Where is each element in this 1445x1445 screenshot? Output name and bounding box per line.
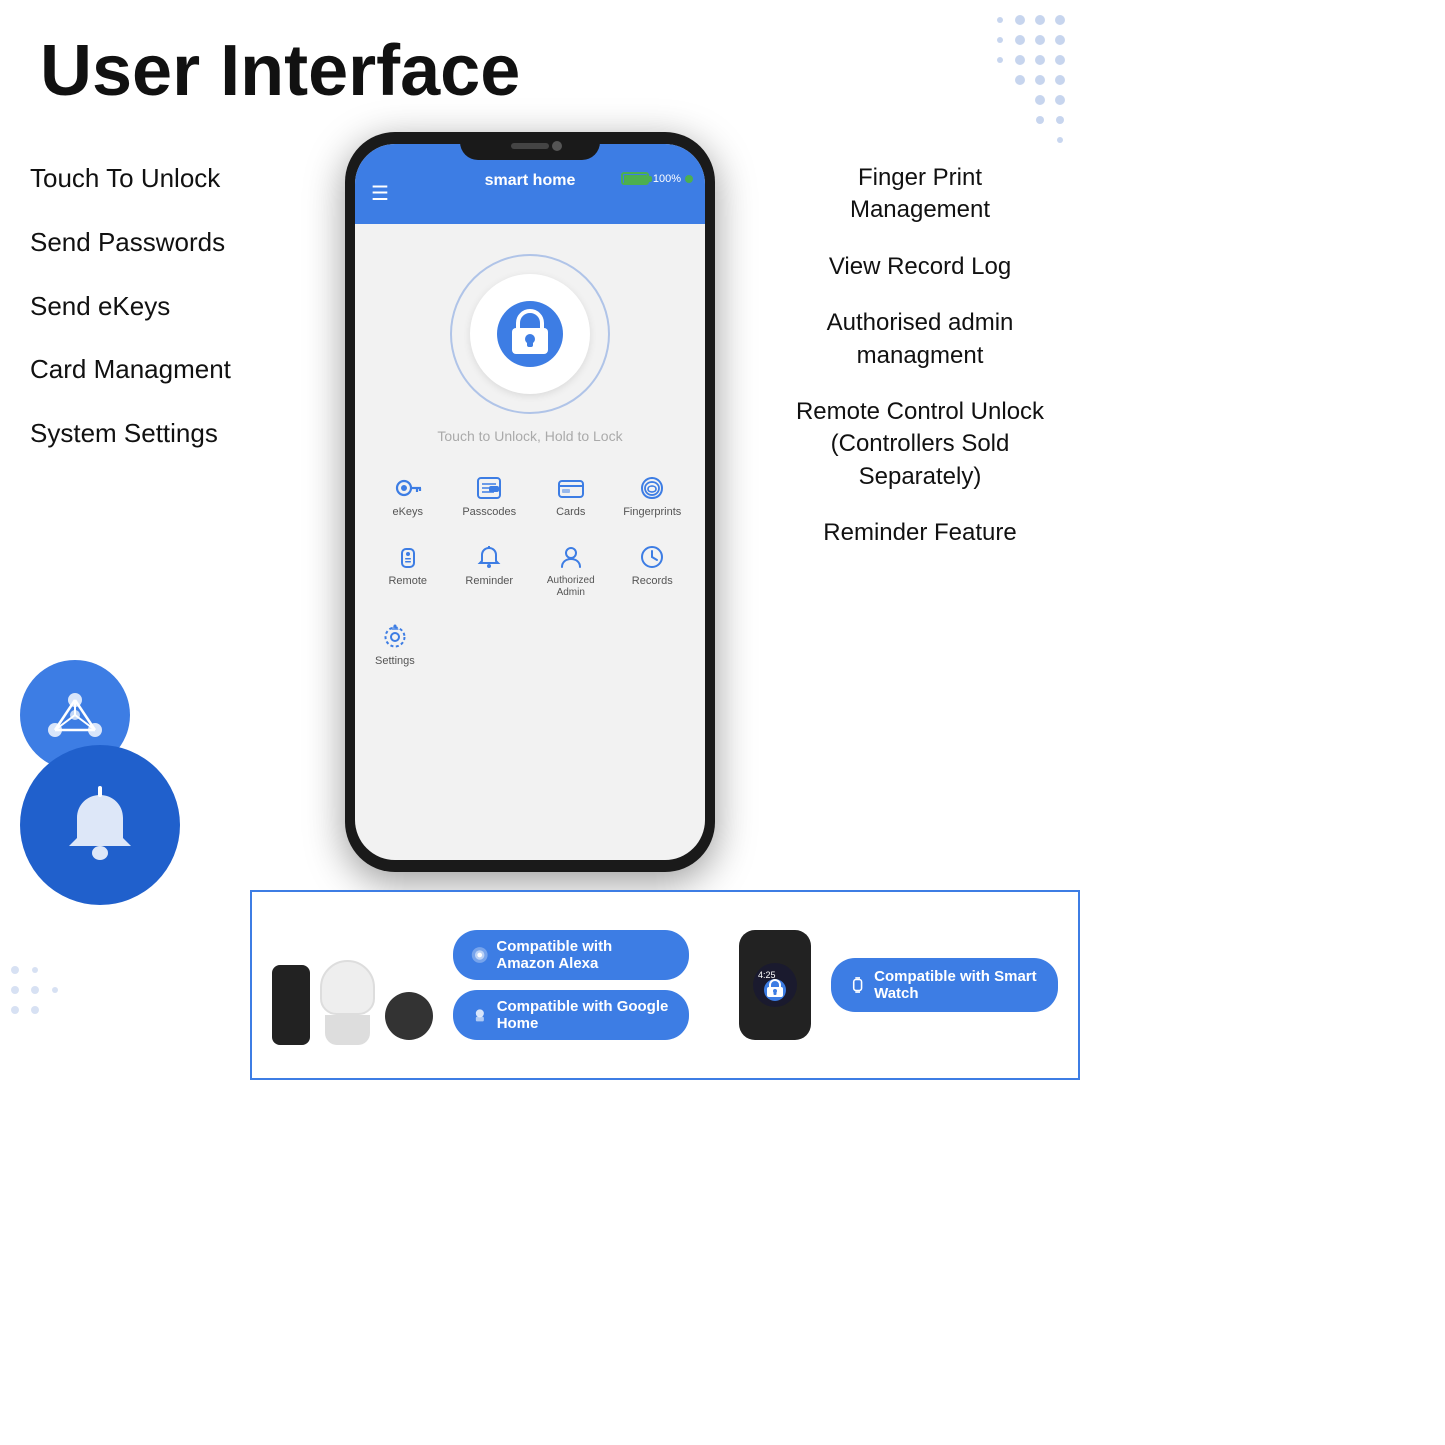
watch-badge-text: Compatible with Smart Watch [874, 968, 1040, 1002]
watch-icon [849, 974, 866, 996]
battery-indicator: 100% [621, 172, 693, 185]
lock-circle-outer [450, 254, 610, 414]
remote-label: Remote [388, 575, 427, 588]
battery-fill [624, 175, 647, 184]
svg-text:4:25: 4:25 [758, 970, 776, 980]
records-label: Records [632, 575, 673, 588]
bell-icon [55, 780, 145, 870]
google-home-base [325, 1015, 370, 1045]
compatibility-section: Compatible with Amazon Alexa Compatible … [250, 890, 1080, 1080]
feature-system-settings: System Settings [30, 417, 218, 451]
cards-label: Cards [556, 506, 585, 519]
feature-record-log: View Record Log [790, 251, 1050, 283]
phone-app-title: smart home [485, 172, 576, 189]
watch-badge: Compatible with Smart Watch [831, 958, 1058, 1012]
battery-text: 100% [653, 173, 681, 185]
fingerprints-label: Fingerprints [623, 506, 681, 519]
network-icon [40, 680, 110, 750]
feature-auth-admin: Authorised admin managment [790, 307, 1050, 372]
battery-icon [621, 172, 649, 185]
amazon-echo-image [272, 965, 310, 1045]
compatibility-badges: Compatible with Amazon Alexa Compatible … [453, 930, 689, 1040]
authorized-admin-icon [557, 543, 585, 571]
google-badge-text: Compatible with Google Home [497, 998, 672, 1032]
phone-mockup: ☰ smart home 100% [345, 132, 715, 872]
smart-devices-images [272, 925, 433, 1045]
fingerprints-button[interactable]: Fingerprints [616, 466, 690, 527]
settings-row: Settings [365, 615, 695, 676]
feature-fingerprint: Finger Print Management [790, 162, 1050, 227]
cards-button[interactable]: Cards [534, 466, 608, 527]
lock-icon [495, 299, 565, 369]
alexa-badge: Compatible with Amazon Alexa [453, 930, 689, 980]
lock-circle-inner [470, 274, 590, 394]
google-badge: Compatible with Google Home [453, 990, 689, 1040]
right-features-column: Finger Print Management View Record Log … [790, 122, 1050, 550]
phone-notch [460, 132, 600, 160]
left-features-column: Touch To Unlock Send Passwords Send eKey… [30, 122, 270, 451]
alexa-icon [471, 944, 488, 966]
decorative-dots-bottom-left [5, 920, 105, 1020]
reminder-label: Reminder [465, 575, 513, 588]
settings-button[interactable]: Settings [371, 615, 419, 676]
passcodes-label: Passcodes [462, 506, 516, 519]
ekeys-label: eKeys [392, 506, 423, 519]
alexa-badge-text: Compatible with Amazon Alexa [496, 938, 671, 972]
passcodes-button[interactable]: Passcodes [453, 466, 527, 527]
battery-dot [685, 175, 693, 183]
main-layout: Touch To Unlock Send Passwords Send eKey… [0, 122, 1080, 872]
reminder-icon [475, 543, 503, 571]
feature-send-ekeys: Send eKeys [30, 290, 170, 324]
ekeys-button[interactable]: eKeys [371, 466, 445, 527]
phone-body: ☰ smart home 100% [345, 132, 715, 872]
menu-icon[interactable]: ☰ [371, 181, 389, 206]
feature-reminder: Reminder Feature [790, 517, 1050, 549]
records-icon [638, 543, 666, 571]
records-button[interactable]: Records [616, 535, 690, 607]
settings-icon [381, 623, 409, 651]
watch-section: 4:25 Compatible with Smart Watch [739, 930, 1058, 1040]
ekeys-icon [394, 474, 422, 502]
google-home-image [320, 960, 375, 1045]
settings-label: Settings [375, 655, 415, 668]
smart-watch-image: 4:25 [739, 930, 810, 1040]
feature-remote-control: Remote Control Unlock (Controllers Sold … [790, 396, 1050, 493]
fingerprints-icon [638, 474, 666, 502]
phone-screen: ☰ smart home 100% [355, 144, 705, 860]
alexa-dot-image [385, 992, 433, 1040]
remote-icon [394, 543, 422, 571]
reminder-button[interactable]: Reminder [453, 535, 527, 607]
authorized-admin-button[interactable]: Authorized Admin [534, 535, 608, 607]
watch-lock-icon: 4:25 [750, 960, 800, 1010]
lock-area[interactable]: Touch to Unlock, Hold to Lock [437, 254, 622, 444]
remote-button[interactable]: Remote [371, 535, 445, 607]
cards-icon [557, 474, 585, 502]
feature-send-passwords: Send Passwords [30, 226, 225, 260]
authorized-admin-label: Authorized Admin [538, 575, 604, 599]
feature-touch-unlock: Touch To Unlock [30, 162, 220, 196]
icon-grid-row2: Remote Reminder [365, 535, 695, 607]
feature-card-management: Card Managment [30, 353, 231, 387]
phone-content: Touch to Unlock, Hold to Lock [355, 224, 705, 686]
google-home-icon [471, 1004, 489, 1026]
google-home-top [320, 960, 375, 1015]
passcodes-icon [475, 474, 503, 502]
lock-hint: Touch to Unlock, Hold to Lock [437, 428, 622, 444]
bell-circle-icon [20, 745, 180, 905]
phone-app-title-area: smart home [485, 172, 576, 190]
icon-grid-row1: eKeys Passcodes [365, 466, 695, 527]
